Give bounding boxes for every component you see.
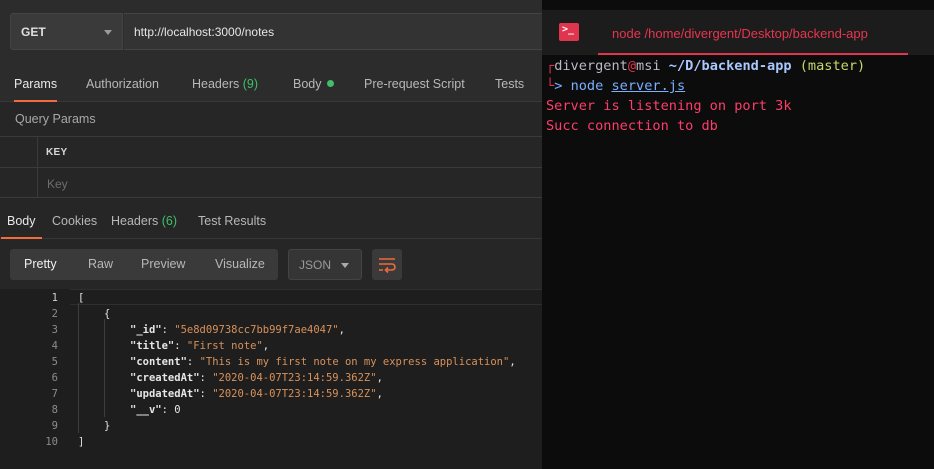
query-params-table: KEY Key: [0, 136, 542, 198]
chevron-down-icon: [341, 263, 349, 268]
key-input[interactable]: Key: [47, 177, 68, 191]
raw-button[interactable]: Raw: [88, 249, 113, 280]
preview-button[interactable]: Preview: [141, 249, 185, 280]
visualize-button[interactable]: Visualize: [215, 249, 265, 280]
chevron-down-icon: [104, 30, 112, 35]
response-body-viewer[interactable]: 1 [ 2 { 3 "_id": "5e8d09738cc7bb99f7ae40…: [0, 289, 542, 469]
tab-body[interactable]: Body: [293, 62, 334, 102]
code-line: 8 "__v": 0: [51, 404, 181, 416]
command-line: └> node server.js: [546, 78, 686, 94]
tab-tests[interactable]: Tests: [495, 62, 524, 102]
format-toggle: Pretty Raw Preview Visualize: [10, 249, 278, 280]
response-headers-count: (6): [161, 214, 178, 228]
terminal-window[interactable]: >_ node /home/divergent/Desktop/backend-…: [542, 0, 934, 469]
tab-params[interactable]: Params: [14, 62, 58, 102]
method-label: GET: [21, 25, 46, 39]
code-line: 6 "createdAt": "2020-04-07T23:14:59.362Z…: [51, 372, 383, 384]
format-type-label: JSON: [299, 258, 332, 272]
body-indicator-dot: [326, 80, 334, 87]
table-header: KEY: [0, 137, 542, 168]
tab-authorization[interactable]: Authorization: [86, 62, 159, 102]
query-params-title: Query Params: [15, 112, 96, 126]
code-line: 1 [: [51, 292, 85, 304]
terminal-tab-title: node /home/divergent/Desktop/backend-app: [612, 26, 868, 41]
code-line: 3 "_id": "5e8d09738cc7bb99f7ae4047",: [51, 324, 345, 336]
active-tab-indicator: [598, 53, 908, 55]
code-line: 7 "updatedAt": "2020-04-07T23:14:59.362Z…: [51, 388, 383, 400]
output-line: Succ connection to db: [546, 118, 718, 134]
terminal-output: ┌divergent@msi ~/D/backend-app (master) …: [546, 56, 865, 176]
checkbox-column: [0, 137, 38, 167]
request-tabs: Params Authorization Headers (9) Body Pr…: [0, 62, 542, 102]
wrap-lines-icon: [379, 258, 396, 274]
code-line: 4 "title": "First note",: [51, 340, 270, 352]
method-select[interactable]: GET: [10, 13, 123, 50]
url-text: http://localhost:3000/notes: [134, 25, 275, 39]
code-line: 5 "content": "This is my first note on m…: [51, 356, 516, 368]
request-bar: GET http://localhost:3000/notes: [0, 0, 542, 62]
code-line: 2 {: [51, 308, 111, 320]
url-input[interactable]: http://localhost:3000/notes: [124, 13, 542, 50]
tab-test-results[interactable]: Test Results: [198, 204, 266, 239]
key-column-header: KEY: [46, 147, 68, 158]
terminal-tab-bar: >_ node /home/divergent/Desktop/backend-…: [542, 10, 934, 55]
output-line: Server is listening on port 3k: [546, 98, 792, 114]
tab-response-body[interactable]: Body: [1, 204, 41, 239]
wrap-lines-button[interactable]: [372, 249, 402, 280]
terminal-icon: >_: [559, 23, 579, 41]
format-type-select[interactable]: JSON: [288, 249, 362, 280]
prompt-line: ┌divergent@msi ~/D/backend-app (master): [546, 58, 866, 74]
terminal-tab[interactable]: >_ node /home/divergent/Desktop/backend-…: [542, 10, 934, 55]
pretty-button[interactable]: Pretty: [24, 249, 57, 280]
code-line: 10 ]: [45, 436, 85, 448]
tab-cookies[interactable]: Cookies: [52, 204, 97, 239]
postman-panel: GET http://localhost:3000/notes Params A…: [0, 0, 542, 469]
code-line: 9 }: [51, 420, 111, 432]
response-tabs: Body Cookies Headers (6) Test Results: [0, 204, 542, 239]
tab-prerequest-script[interactable]: Pre-request Script: [364, 62, 465, 102]
table-row[interactable]: Key: [0, 168, 542, 198]
tab-response-headers[interactable]: Headers (6): [111, 204, 177, 239]
headers-count: (9): [242, 77, 259, 91]
row-checkbox[interactable]: [0, 168, 38, 198]
tab-headers[interactable]: Headers (9): [192, 62, 258, 102]
